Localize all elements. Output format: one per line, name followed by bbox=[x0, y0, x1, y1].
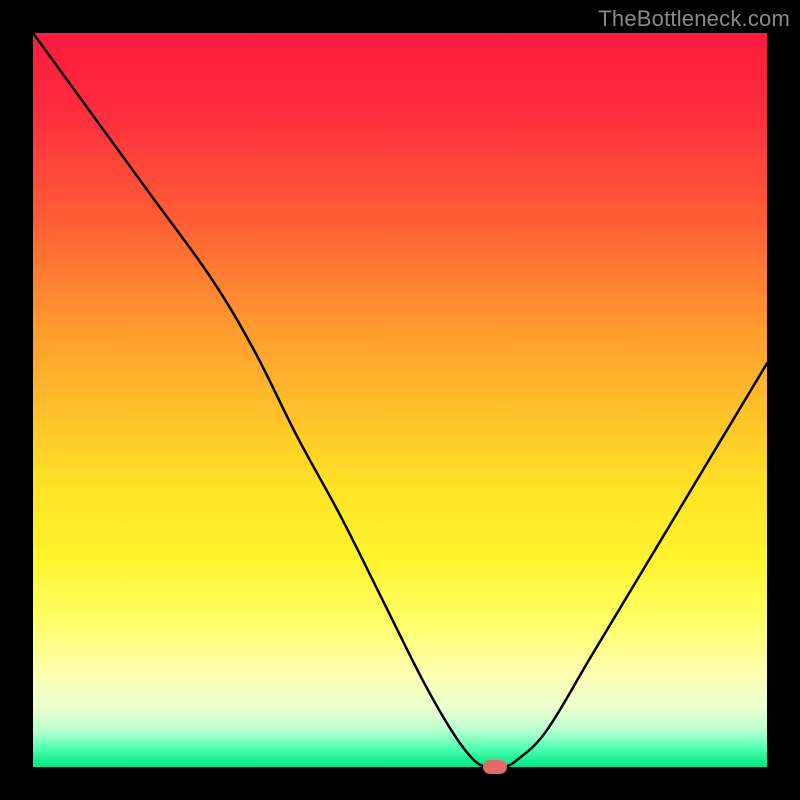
plot-area bbox=[33, 33, 767, 767]
bottleneck-curve bbox=[33, 33, 767, 767]
optimum-marker bbox=[483, 760, 507, 774]
chart-frame: TheBottleneck.com bbox=[0, 0, 800, 800]
watermark-text: TheBottleneck.com bbox=[598, 6, 790, 32]
